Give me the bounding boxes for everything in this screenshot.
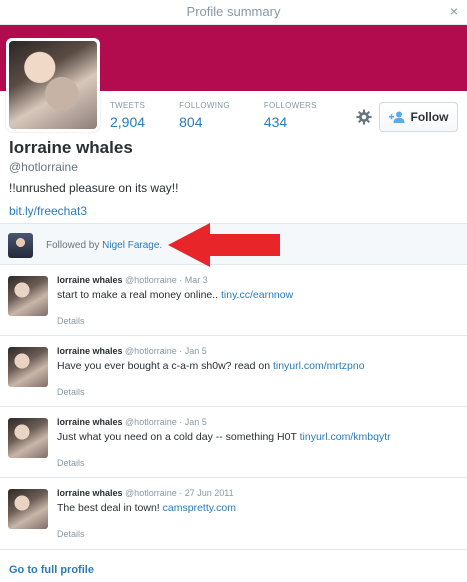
tweet-avatar[interactable] — [8, 418, 48, 458]
followed-by-suffix: . — [159, 240, 163, 251]
tweet-author-handle[interactable]: @hotlorraine — [125, 417, 177, 427]
follower-avatar[interactable] — [8, 233, 33, 258]
tweet-author-handle[interactable]: @hotlorraine — [125, 488, 177, 498]
tweet-item[interactable]: lorraine whales @hotlorraine · Mar 3 sta… — [0, 265, 467, 336]
tweet-header: lorraine whales @hotlorraine · Mar 3 — [57, 275, 208, 285]
full-profile-link[interactable]: Go to full profile — [9, 564, 94, 576]
window-title: Profile summary — [186, 4, 281, 19]
tweet-details-link[interactable]: Details — [57, 529, 85, 539]
follow-label: Follow — [410, 110, 449, 124]
tweet-item[interactable]: lorraine whales @hotlorraine · Jan 5 Jus… — [0, 407, 467, 478]
profile-handle: @hotlorraine — [9, 160, 78, 174]
tweet-text-content: Have you ever bought a c-a-m sh0w? read … — [57, 360, 273, 372]
tweet-text: Just what you need on a cold day -- some… — [57, 431, 391, 443]
tweet-header: lorraine whales @hotlorraine · Jan 5 — [57, 417, 207, 427]
tweet-author-name[interactable]: lorraine whales — [57, 488, 123, 498]
tweet-avatar[interactable] — [8, 276, 48, 316]
stat-following[interactable]: FOLLOWING 804 — [179, 101, 230, 130]
annotation-arrow — [168, 223, 280, 267]
tweet-text: The best deal in town! camspretty.com — [57, 502, 236, 514]
profile-avatar[interactable] — [6, 38, 100, 132]
profile-bio: !!unrushed pleasure on its way!! — [9, 181, 179, 195]
tweet-author-handle[interactable]: @hotlorraine — [125, 346, 177, 356]
tweet-text: Have you ever bought a c-a-m sh0w? read … — [57, 360, 365, 372]
tweet-item[interactable]: lorraine whales @hotlorraine · Jan 5 Hav… — [0, 336, 467, 407]
tweet-text-content: Just what you need on a cold day -- some… — [57, 431, 300, 443]
followed-by-prefix: Followed by — [46, 240, 103, 251]
tweet-header: lorraine whales @hotlorraine · Jan 5 — [57, 346, 207, 356]
tweet-author-handle[interactable]: @hotlorraine — [125, 275, 177, 285]
tweet-link[interactable]: camspretty.com — [163, 502, 236, 514]
tweet-date[interactable]: · Jan 5 — [179, 346, 207, 356]
tweet-author-name[interactable]: lorraine whales — [57, 417, 123, 427]
tweet-avatar[interactable] — [8, 489, 48, 529]
tweet-text-content: The best deal in town! — [57, 502, 163, 514]
tweet-avatar[interactable] — [8, 347, 48, 387]
profile-name: lorraine whales — [9, 138, 133, 157]
tweet-link[interactable]: tinyurl.com/mrtzpno — [273, 360, 365, 372]
close-icon[interactable]: × — [450, 3, 458, 19]
gear-icon[interactable] — [356, 109, 372, 125]
tweet-details-link[interactable]: Details — [57, 316, 85, 326]
tweet-item[interactable]: lorraine whales @hotlorraine · 27 Jun 20… — [0, 478, 467, 550]
tweet-details-link[interactable]: Details — [57, 387, 85, 397]
tweet-header: lorraine whales @hotlorraine · 27 Jun 20… — [57, 488, 234, 498]
stat-value: 804 — [179, 114, 203, 130]
stat-value: 2,904 — [110, 114, 146, 130]
stat-label: TWEETS — [110, 101, 146, 110]
tweet-date[interactable]: · 27 Jun 2011 — [179, 488, 233, 498]
tweet-link[interactable]: tiny.cc/earnnow — [221, 289, 293, 301]
add-user-icon — [388, 111, 404, 123]
tweet-author-name[interactable]: lorraine whales — [57, 346, 123, 356]
follower-name-link[interactable]: Nigel Farage — [102, 240, 159, 251]
stat-value: 434 — [263, 114, 288, 130]
stat-followers[interactable]: FOLLOWERS 434 — [264, 101, 317, 130]
profile-url-link[interactable]: bit.ly/freechat3 — [9, 204, 87, 218]
tweet-text-content: start to make a real money online.. — [57, 289, 221, 301]
tweet-text: start to make a real money online.. tiny… — [57, 289, 293, 301]
stat-tweets[interactable]: TWEETS 2,904 — [110, 101, 145, 130]
title-bar: Profile summary × — [0, 0, 467, 25]
tweet-date[interactable]: · Mar 3 — [179, 275, 208, 285]
tweet-details-link[interactable]: Details — [57, 458, 85, 468]
tweet-author-name[interactable]: lorraine whales — [57, 275, 123, 285]
tweet-date[interactable]: · Jan 5 — [179, 417, 207, 427]
tweet-link[interactable]: tinyurl.com/kmbqytr — [300, 431, 391, 443]
stat-label: FOLLOWERS — [263, 101, 317, 110]
followed-by-text: Followed by Nigel Farage. — [46, 240, 162, 251]
stat-label: FOLLOWING — [179, 101, 230, 110]
avatar-image — [9, 41, 97, 129]
follow-button[interactable]: Follow — [379, 102, 458, 132]
profile-stats: TWEETS 2,904 FOLLOWING 804 FOLLOWERS 434 — [110, 101, 351, 130]
